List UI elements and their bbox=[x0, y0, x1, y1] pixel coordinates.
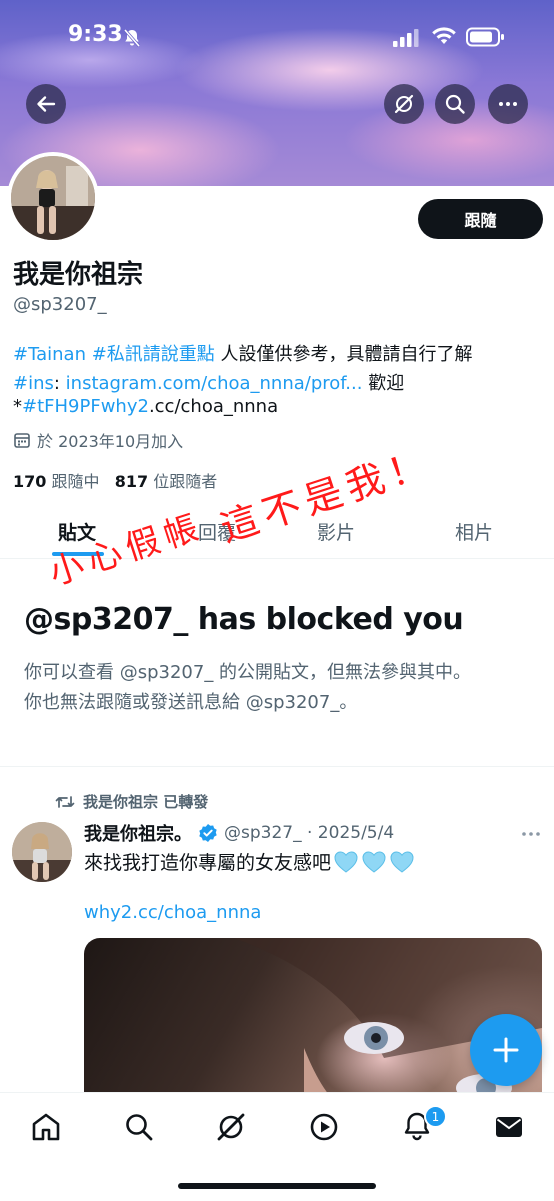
tab-photos[interactable]: 相片 bbox=[455, 518, 493, 545]
instagram-link[interactable]: instagram.com/choa_nnna/prof... bbox=[66, 373, 363, 394]
bio-colon: : bbox=[53, 373, 66, 394]
hashtag-dm[interactable]: #私訊請說重點 bbox=[92, 344, 215, 365]
post-media-image[interactable] bbox=[84, 938, 542, 1108]
blocked-desc-2: 你也無法跟隨或發送訊息給 @sp3207_。 bbox=[24, 692, 358, 713]
calendar-icon bbox=[14, 433, 30, 448]
post-more-button[interactable] bbox=[521, 822, 541, 843]
profile-display-name: 我是你祖宗 bbox=[13, 260, 144, 290]
post-author-avatar[interactable] bbox=[12, 822, 72, 882]
more-button[interactable] bbox=[488, 84, 528, 124]
profile-avatar[interactable] bbox=[7, 152, 99, 244]
follow-button[interactable]: 跟隨 bbox=[418, 199, 543, 239]
avatar-photo bbox=[11, 156, 95, 240]
plus-icon bbox=[493, 1037, 519, 1063]
bio-line-2: #ins: instagram.com/choa_nnna/prof... 歡迎 bbox=[13, 369, 404, 395]
bell-off-icon bbox=[123, 29, 141, 47]
blocked-desc-1: 你可以查看 @sp3207_ 的公開貼文，但無法參與其中。 bbox=[24, 662, 472, 683]
joined-date: 於 2023年10月加入 bbox=[13, 428, 183, 452]
grok-icon[interactable] bbox=[214, 1110, 248, 1144]
post-text-row: 來找我打造你專屬的女友感吧 bbox=[84, 848, 415, 875]
search-icon[interactable] bbox=[122, 1110, 156, 1144]
bio-line-3: *#tFH9PFwhy2.cc/choa_nnna bbox=[13, 396, 278, 417]
section-divider bbox=[0, 766, 554, 767]
retweet-indicator: 我是你祖宗 已轉發 bbox=[55, 791, 208, 812]
messages-icon[interactable] bbox=[492, 1110, 526, 1144]
bio-line-1: #Tainan #私訊請說重點 人設僅供參考，具體請自行了解 bbox=[13, 340, 473, 366]
grok-button[interactable] bbox=[384, 84, 424, 124]
back-button[interactable] bbox=[26, 84, 66, 124]
tab-videos[interactable]: 影片 bbox=[317, 518, 355, 545]
post-avatar-photo bbox=[12, 822, 72, 882]
retweet-label[interactable]: 我是你祖宗 已轉發 bbox=[83, 791, 208, 812]
blocked-title: @sp3207_ has blocked you bbox=[24, 602, 464, 637]
post-link[interactable]: why2.cc/choa_nnna bbox=[84, 902, 261, 923]
follow-stats: 170 跟隨中 817 位跟隨者 bbox=[13, 468, 217, 492]
media-photo bbox=[234, 938, 542, 1108]
bio-text-2: 歡迎 bbox=[362, 373, 405, 394]
following-label: 跟隨中 bbox=[51, 472, 100, 491]
verified-badge-icon bbox=[199, 824, 217, 842]
notification-badge: 1 bbox=[424, 1105, 447, 1128]
post-header: 我是你祖宗。 @sp327_ · 2025/5/4 bbox=[84, 820, 394, 846]
joined-text: 於 2023年10月加入 bbox=[37, 432, 184, 451]
light-blue-heart-icon bbox=[390, 850, 414, 873]
followers-label: 位跟隨者 bbox=[153, 472, 218, 491]
hashtag-link[interactable]: #tFH9PFwhy2 bbox=[22, 396, 149, 417]
more-icon bbox=[522, 832, 540, 836]
search-button[interactable] bbox=[435, 84, 475, 124]
compose-post-button[interactable] bbox=[470, 1014, 542, 1086]
following-count: 170 bbox=[13, 472, 47, 491]
video-icon[interactable] bbox=[307, 1110, 341, 1144]
hashtag-tainan[interactable]: #Tainan bbox=[13, 344, 86, 365]
followers-count: 817 bbox=[114, 472, 149, 491]
bio-text-3: .cc/choa_nnna bbox=[148, 396, 279, 417]
following-link[interactable]: 170 跟隨中 bbox=[13, 472, 100, 491]
retweet-icon bbox=[55, 795, 75, 808]
grok-icon bbox=[394, 94, 414, 114]
light-blue-heart-icon bbox=[334, 850, 358, 873]
post-meta: @sp327_ · 2025/5/4 bbox=[224, 823, 395, 843]
post-text: 來找我打造你專屬的女友感吧 bbox=[84, 852, 332, 874]
arrow-left-icon bbox=[37, 96, 56, 112]
home-icon[interactable] bbox=[29, 1110, 63, 1144]
bio-text-1: 人設僅供參考，具體請自行了解 bbox=[214, 344, 473, 365]
search-icon bbox=[445, 94, 465, 114]
light-blue-heart-icon bbox=[362, 850, 386, 873]
profile-handle: @sp3207_ bbox=[13, 294, 107, 315]
bio-prefix: * bbox=[13, 396, 22, 417]
wifi-icon bbox=[432, 27, 456, 44]
post-author-name[interactable]: 我是你祖宗。 bbox=[84, 820, 192, 846]
status-bar: 9:33 bbox=[0, 18, 554, 58]
home-indicator[interactable] bbox=[178, 1183, 376, 1189]
hashtag-ins[interactable]: #ins bbox=[13, 373, 54, 394]
cellular-signal-icon bbox=[393, 29, 419, 47]
followers-link[interactable]: 817 位跟隨者 bbox=[115, 472, 218, 491]
status-time: 9:33 bbox=[68, 22, 123, 47]
battery-icon bbox=[466, 27, 504, 47]
more-icon bbox=[499, 102, 517, 106]
